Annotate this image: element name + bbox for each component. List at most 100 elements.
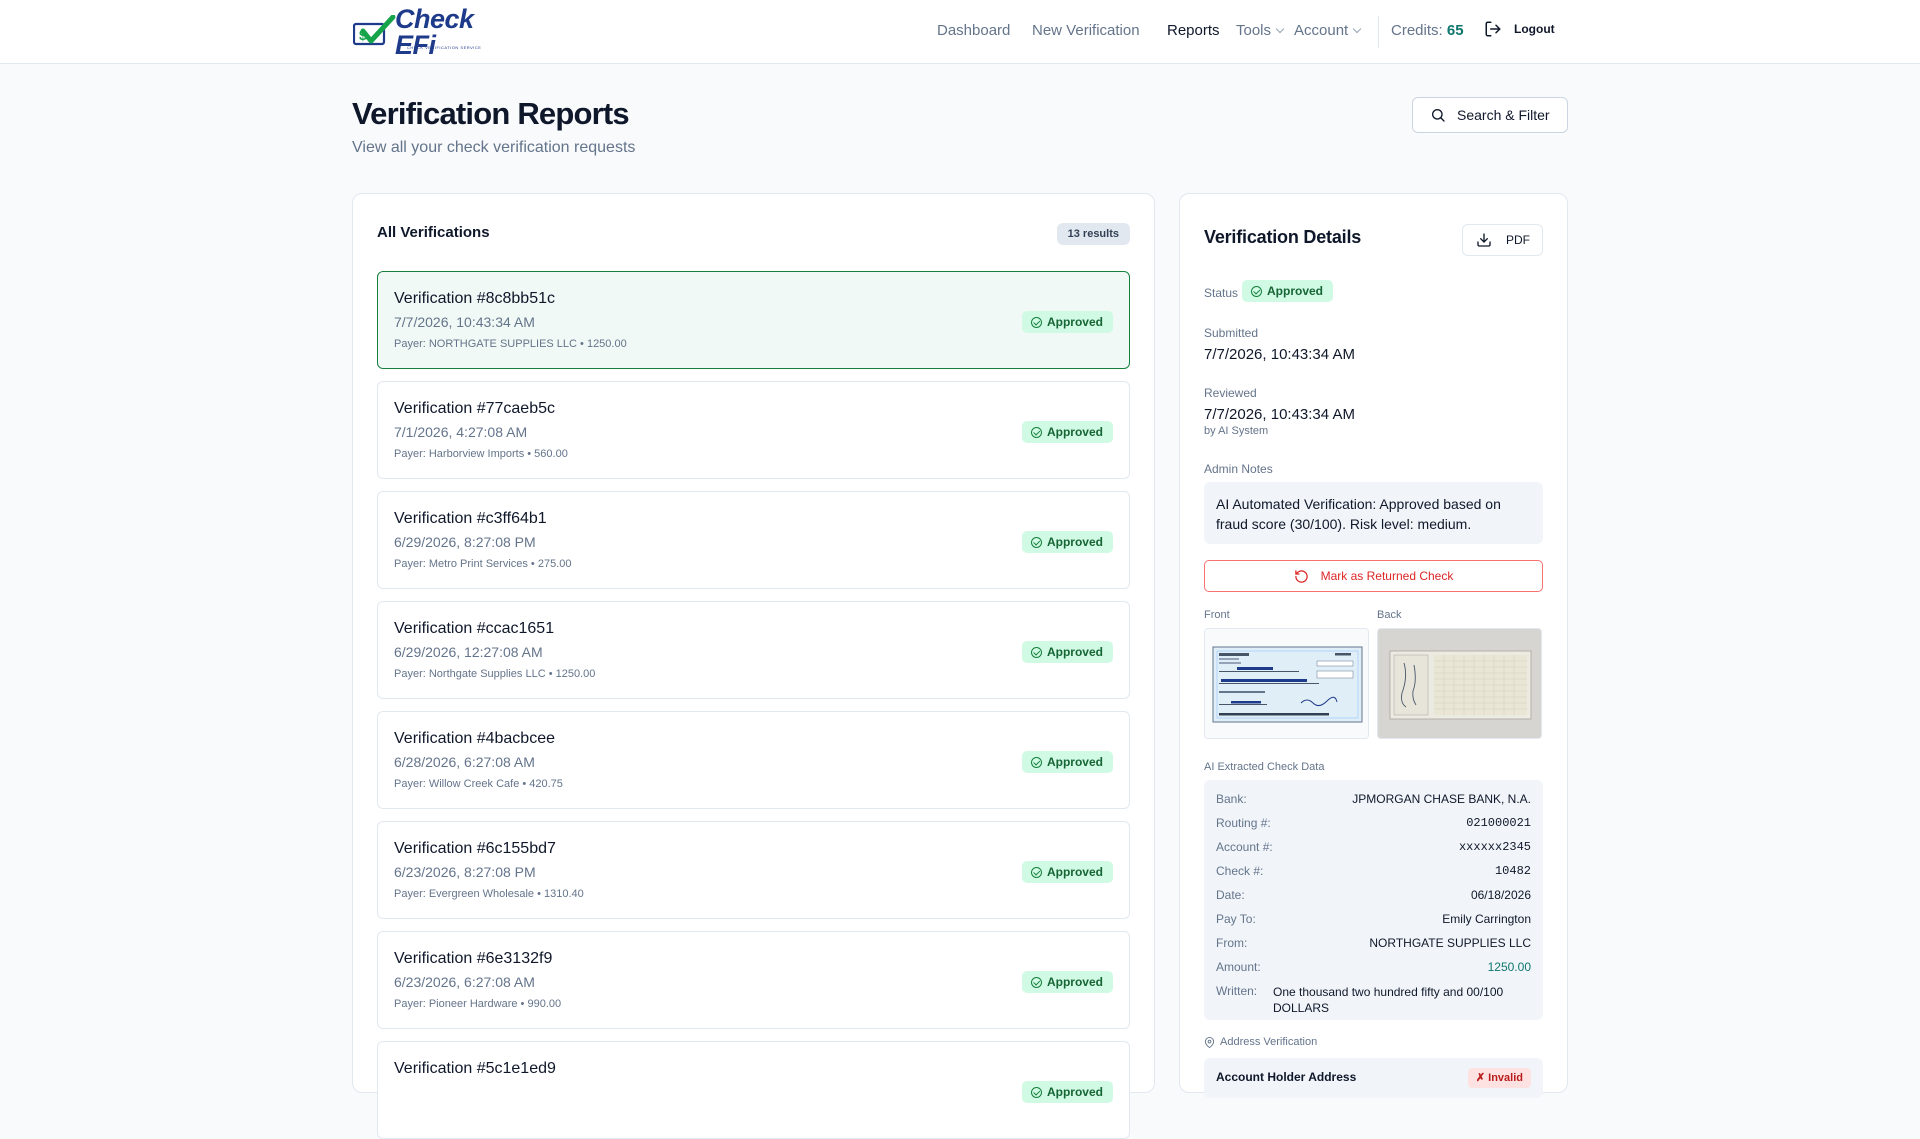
status-badge: Approved <box>1021 751 1113 773</box>
status-badge: Approved <box>1021 421 1113 443</box>
pdf-download-button[interactable]: PDF <box>1462 224 1543 256</box>
verification-title: Verification #4bacbcee <box>394 730 555 747</box>
logout-icon <box>1485 21 1501 37</box>
status-label: Approved <box>1046 315 1103 329</box>
ai-extracted-data: Bank: JPMORGAN CHASE BANK, N.A. Routing #… <box>1204 780 1543 1020</box>
ai-field-pay-to: Pay To: Emily Carrington <box>1216 912 1531 930</box>
check-circle-icon <box>1030 536 1042 548</box>
ai-field-account: Account #: xxxxxx2345 <box>1216 840 1531 858</box>
top-nav: $ Check EFi CHECK VERIFICATION SERVICE D… <box>0 0 1920 64</box>
download-icon <box>1477 233 1491 247</box>
verification-title: Verification #6c155bd7 <box>394 840 556 857</box>
logo[interactable]: $ Check EFi CHECK VERIFICATION SERVICE <box>352 6 503 59</box>
check-circle-icon <box>1030 1086 1042 1098</box>
verification-card[interactable]: Verification #6c155bd7 6/23/2026, 8:27:0… <box>377 821 1130 919</box>
check-back-image[interactable] <box>1377 628 1542 739</box>
logout-button[interactable]: Logout <box>1484 20 1555 38</box>
search-icon <box>1432 109 1445 122</box>
field-value: One thousand two hundred fifty and 00/10… <box>1273 985 1504 1015</box>
verification-date: 6/29/2026, 8:27:08 PM <box>394 534 536 550</box>
verification-payer: Payer: Pioneer Hardware • 990.00 <box>394 998 562 1010</box>
verification-card[interactable]: Verification #8c8bb51c 7/7/2026, 10:43:3… <box>377 271 1130 369</box>
check-front-image[interactable] <box>1204 628 1369 739</box>
status-badge: Approved <box>1021 641 1113 663</box>
check-circle-icon <box>1030 316 1042 328</box>
search-filter-button[interactable]: Search & Filter <box>1412 97 1568 133</box>
verification-title: Verification #77caeb5c <box>394 400 555 417</box>
verification-payer: Payer: Northgate Supplies LLC • 1250.00 <box>394 668 596 680</box>
ai-field-date: Date: 06/18/2026 <box>1216 888 1531 906</box>
chevron-down-icon <box>1275 24 1285 34</box>
field-value: 021000021 <box>1466 816 1531 830</box>
status-label: Approved <box>1046 755 1103 769</box>
status-badge: Approved <box>1242 280 1334 302</box>
verifications-list-panel: All Verifications 13 results Verificatio… <box>352 193 1155 1139</box>
nav-account[interactable]: Account <box>1294 22 1362 39</box>
verification-date: 6/23/2026, 6:27:08 AM <box>394 974 535 990</box>
nav-new-verification[interactable]: New Verification <box>1032 22 1140 39</box>
credits-label: Credits: <box>1391 22 1443 39</box>
address-verification-text: Address Verification <box>1220 1036 1318 1048</box>
verification-title: Verification #5c1e1ed9 <box>394 1060 556 1077</box>
field-value: 10482 <box>1494 864 1531 878</box>
status-label: Approved <box>1046 865 1103 879</box>
status-label: Approved <box>1046 1085 1103 1099</box>
verification-card[interactable]: Verification #5c1e1ed9 Approved <box>377 1041 1130 1139</box>
verification-card[interactable]: Verification #c3ff64b1 6/29/2026, 8:27:0… <box>377 491 1130 589</box>
mark-returned-button[interactable]: Mark as Returned Check <box>1204 560 1543 592</box>
check-circle-icon <box>1251 285 1262 297</box>
submitted-label: Submitted <box>1204 326 1259 340</box>
nav-dashboard[interactable]: Dashboard <box>937 22 1010 39</box>
verification-payer: Payer: Metro Print Services • 275.00 <box>394 558 572 570</box>
verification-date: 6/23/2026, 8:27:08 PM <box>394 864 536 880</box>
verification-card[interactable]: Verification #4bacbcee 6/28/2026, 6:27:0… <box>377 711 1130 809</box>
status-badge: Approved <box>1021 531 1113 553</box>
check-circle-icon <box>1030 646 1042 658</box>
verification-card[interactable]: Verification #ccac1651 6/29/2026, 12:27:… <box>377 601 1130 699</box>
logo-text: Check EFi <box>395 4 474 60</box>
field-value: NORTHGATE SUPPLIES LLC <box>1369 936 1531 950</box>
status-badge: Approved <box>1021 1081 1113 1103</box>
page-subtitle: View all your check verification request… <box>352 139 636 156</box>
verification-title: Verification #8c8bb51c <box>394 290 555 307</box>
status-badge: Approved <box>1021 861 1113 883</box>
reviewed-label: Reviewed <box>1204 386 1257 400</box>
list-title: All Verifications <box>377 224 490 241</box>
field-value: 06/18/2026 <box>1470 888 1531 902</box>
front-label: Front <box>1204 609 1230 621</box>
ai-field-amount: Amount: 1250.00 <box>1216 960 1531 978</box>
field-value: JPMORGAN CHASE BANK, N.A. <box>1352 792 1531 806</box>
status-badge: Approved <box>1021 311 1113 333</box>
nav-tools-label: Tools <box>1236 22 1272 39</box>
logo-subtitle: CHECK VERIFICATION SERVICE <box>407 45 482 50</box>
verification-card[interactable]: Verification #77caeb5c 7/1/2026, 4:27:08… <box>377 381 1130 479</box>
status-label: Approved <box>1046 975 1103 989</box>
reviewed-value: 7/7/2026, 10:43:34 AM <box>1204 406 1355 423</box>
ai-extracted-label: AI Extracted Check Data <box>1204 761 1325 773</box>
verification-payer: Payer: Willow Creek Cafe • 420.75 <box>394 778 563 790</box>
verification-details-panel: Verification Details PDF Status Approved… <box>1179 193 1568 1098</box>
field-key: Date: <box>1216 888 1245 902</box>
nav-reports[interactable]: Reports <box>1167 22 1220 39</box>
status-badge: Approved <box>1021 971 1113 993</box>
logout-label: Logout <box>1514 22 1555 36</box>
address-title: Account Holder Address <box>1216 1070 1357 1084</box>
ai-field-routing: Routing #: 021000021 <box>1216 816 1531 834</box>
pdf-label: PDF <box>1506 233 1530 247</box>
nav-tools[interactable]: Tools <box>1236 22 1285 39</box>
field-key: Account #: <box>1216 840 1273 854</box>
check-circle-icon <box>1030 866 1042 878</box>
address-verification-box: Account Holder Address ✗ Invalid <box>1204 1058 1543 1098</box>
credits-value: 65 <box>1446 22 1464 39</box>
submitted-value: 7/7/2026, 10:43:34 AM <box>1204 346 1355 363</box>
field-value: 1250.00 <box>1487 960 1531 974</box>
results-count-badge: 13 results <box>1056 223 1130 245</box>
status-value: Approved <box>1267 284 1324 298</box>
verification-title: Verification #c3ff64b1 <box>394 510 547 527</box>
verification-card[interactable]: Verification #6e3132f9 6/23/2026, 6:27:0… <box>377 931 1130 1029</box>
chevron-down-icon <box>1352 24 1362 34</box>
page-title: Verification Reports <box>352 96 630 131</box>
map-pin-icon <box>1204 1036 1215 1048</box>
search-filter-label: Search & Filter <box>1457 107 1550 123</box>
address-verification-label: Address Verification <box>1204 1036 1317 1048</box>
